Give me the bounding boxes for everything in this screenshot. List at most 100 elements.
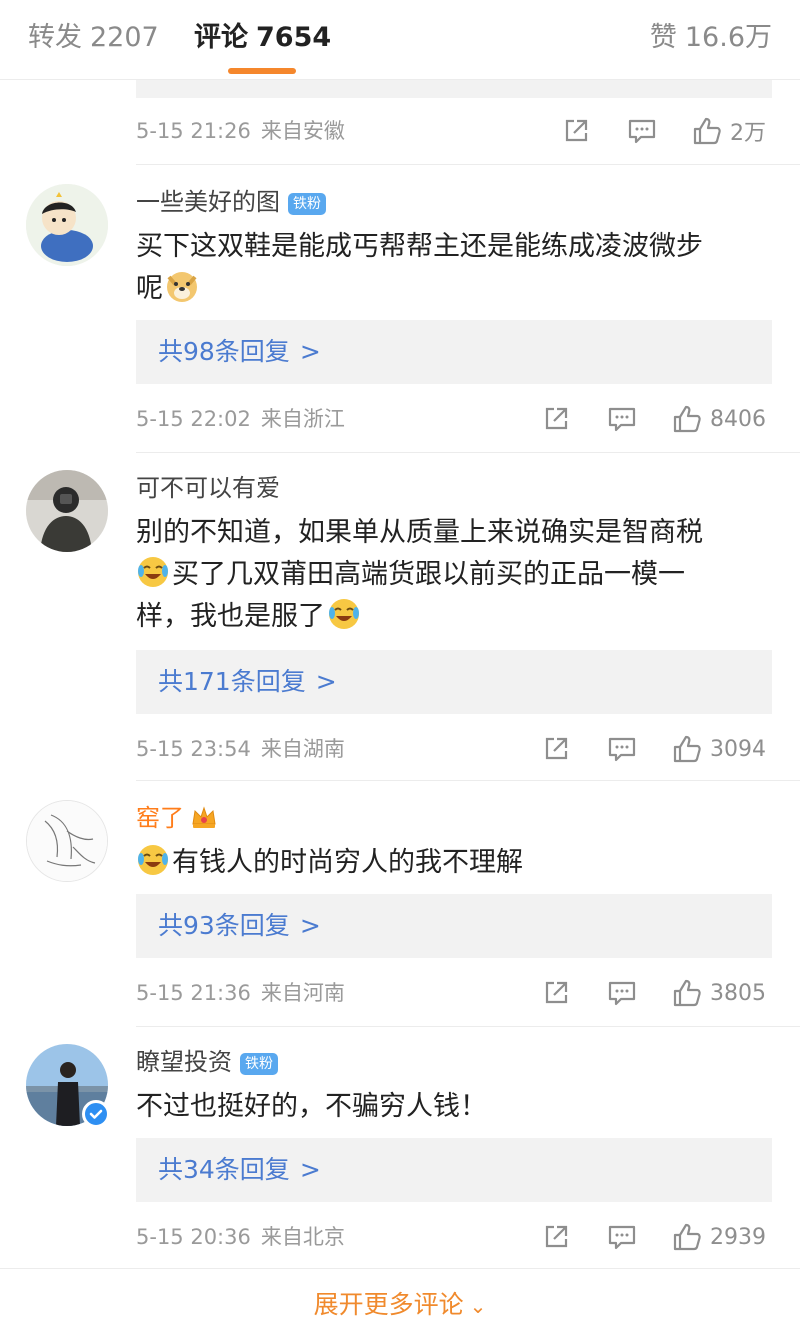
tab-likes-count: 16.6万 [684,22,772,53]
share-button[interactable] [542,1220,570,1254]
reply-summary-box[interactable]: 共98条回复 > [136,320,772,384]
comment-button[interactable] [607,976,637,1010]
fan-badge: 铁粉 [240,1053,278,1075]
verified-badge [82,1100,110,1128]
share-icon [565,119,588,142]
divider [136,1026,800,1027]
like-count: 3805 [710,980,766,1006]
verified-check-icon [89,1109,103,1119]
comment-icon [608,737,636,762]
reply-summary-box[interactable] [136,80,772,98]
comment-text-line: 有钱人的时尚穷人的我不理解 [172,847,523,878]
comment-username[interactable]: 瞭望投资 铁粉 [136,1046,278,1078]
share-icon [545,1225,568,1248]
thumbs-up-icon [673,405,701,433]
reply-count: 共98条回复 [158,337,290,366]
comment-icon [608,407,636,432]
like-button[interactable]: 2万 [692,114,766,148]
comment-button[interactable] [607,1220,637,1254]
comment-username[interactable]: 可不可以有爱 [136,472,280,504]
share-button[interactable] [542,402,570,436]
fan-badge: 铁粉 [288,193,326,215]
tab-repost-label: 转发 [28,22,82,53]
reply-count: 共34条回复 [158,1155,290,1184]
comment-actions: 2939 [0,1220,800,1254]
comment-text-line: 别的不知道，如果单从质量上来说确实是智商税 [136,517,703,548]
doge-emoji-icon [167,272,197,302]
comment-text-line: 不过也挺好的，不骗穷人钱！ [136,1091,487,1122]
share-icon [545,981,568,1004]
divider [136,780,800,781]
like-button[interactable]: 3094 [672,732,766,766]
like-count: 2万 [730,121,766,146]
reply-summary-box[interactable]: 共171条回复 > [136,650,772,714]
thumbs-up-icon [673,979,701,1007]
comment-button[interactable] [607,732,637,766]
share-button[interactable] [562,114,590,148]
tab-repost-count: 2207 [90,22,159,53]
comment-actions: 8406 [0,402,800,436]
comment-username[interactable]: 一些美好的图 铁粉 [136,186,326,218]
tab-comments[interactable]: 评论 7654 [194,18,331,58]
comment-text-line: 呢 [136,273,163,304]
comment-actions: 3094 [0,732,800,766]
thumbs-up-icon [693,117,721,145]
tab-bar: 转发 2207 评论 7654 赞 16.6万 [0,0,800,80]
comment-text: 买下这双鞋是能成丐帮帮主还是能练成凌波微步 呢 [136,226,776,310]
comment-button[interactable] [607,402,637,436]
tab-comments-label: 评论 [194,22,248,53]
thumbs-up-icon [673,1223,701,1251]
tab-comments-count: 7654 [256,22,332,53]
comment-icon [608,1225,636,1250]
reply-count: 共93条回复 [158,911,290,940]
share-button[interactable] [542,976,570,1010]
comment-text-line: 买下这双鞋是能成丐帮帮主还是能练成凌波微步 [136,231,703,262]
laugh-cry-emoji-icon [138,845,168,875]
comment-button[interactable] [627,114,657,148]
share-icon [545,737,568,760]
reply-count: 共171条回复 [158,667,306,696]
divider [136,164,800,165]
tab-likes[interactable]: 赞 16.6万 [650,18,772,58]
like-button[interactable]: 8406 [672,402,766,436]
chevron-right-icon: > [299,337,321,366]
comment-text: 有钱人的时尚穷人的我不理解 [136,842,776,884]
comment-username[interactable]: 窑了 [136,802,218,834]
username-text: 窑了 [136,804,184,832]
comment-actions: 2万 [0,114,800,148]
like-button[interactable]: 2939 [672,1220,766,1254]
chevron-right-icon: > [299,911,321,940]
chevron-right-icon: > [315,667,337,696]
laugh-cry-emoji-icon [329,599,359,629]
expand-more-label: 展开更多评论 [313,1290,464,1319]
avatar[interactable] [26,800,108,882]
share-icon [545,407,568,430]
avatar[interactable] [26,184,108,266]
username-text: 一些美好的图 [136,188,280,216]
like-count: 3094 [710,736,766,762]
thumbs-up-icon [673,735,701,763]
crown-icon [192,806,216,828]
share-button[interactable] [542,732,570,766]
comment-text: 不过也挺好的，不骗穷人钱！ [136,1086,776,1128]
comment-icon [608,981,636,1006]
like-button[interactable]: 3805 [672,976,766,1010]
divider [136,452,800,453]
username-text: 可不可以有爱 [136,474,280,502]
chevron-right-icon: > [299,1155,321,1184]
like-count: 2939 [710,1224,766,1250]
username-text: 瞭望投资 [136,1048,232,1076]
comment-text-line: 样，我也是服了 [136,601,325,632]
avatar[interactable] [26,470,108,552]
chevron-down-icon: ⌄ [469,1294,487,1318]
tab-repost[interactable]: 转发 2207 [28,18,159,58]
reply-summary-box[interactable]: 共93条回复 > [136,894,772,958]
reply-summary-box[interactable]: 共34条回复 > [136,1138,772,1202]
comment-icon [628,119,656,144]
comment-actions: 3805 [0,976,800,1010]
tab-likes-label: 赞 [649,22,677,53]
laugh-cry-emoji-icon [138,557,168,587]
active-tab-indicator [228,68,296,74]
expand-more-comments-button[interactable]: 展开更多评论 ⌄ [0,1268,800,1340]
comment-text-line: 买了几双莆田高端货跟以前买的正品一模一 [172,559,685,590]
